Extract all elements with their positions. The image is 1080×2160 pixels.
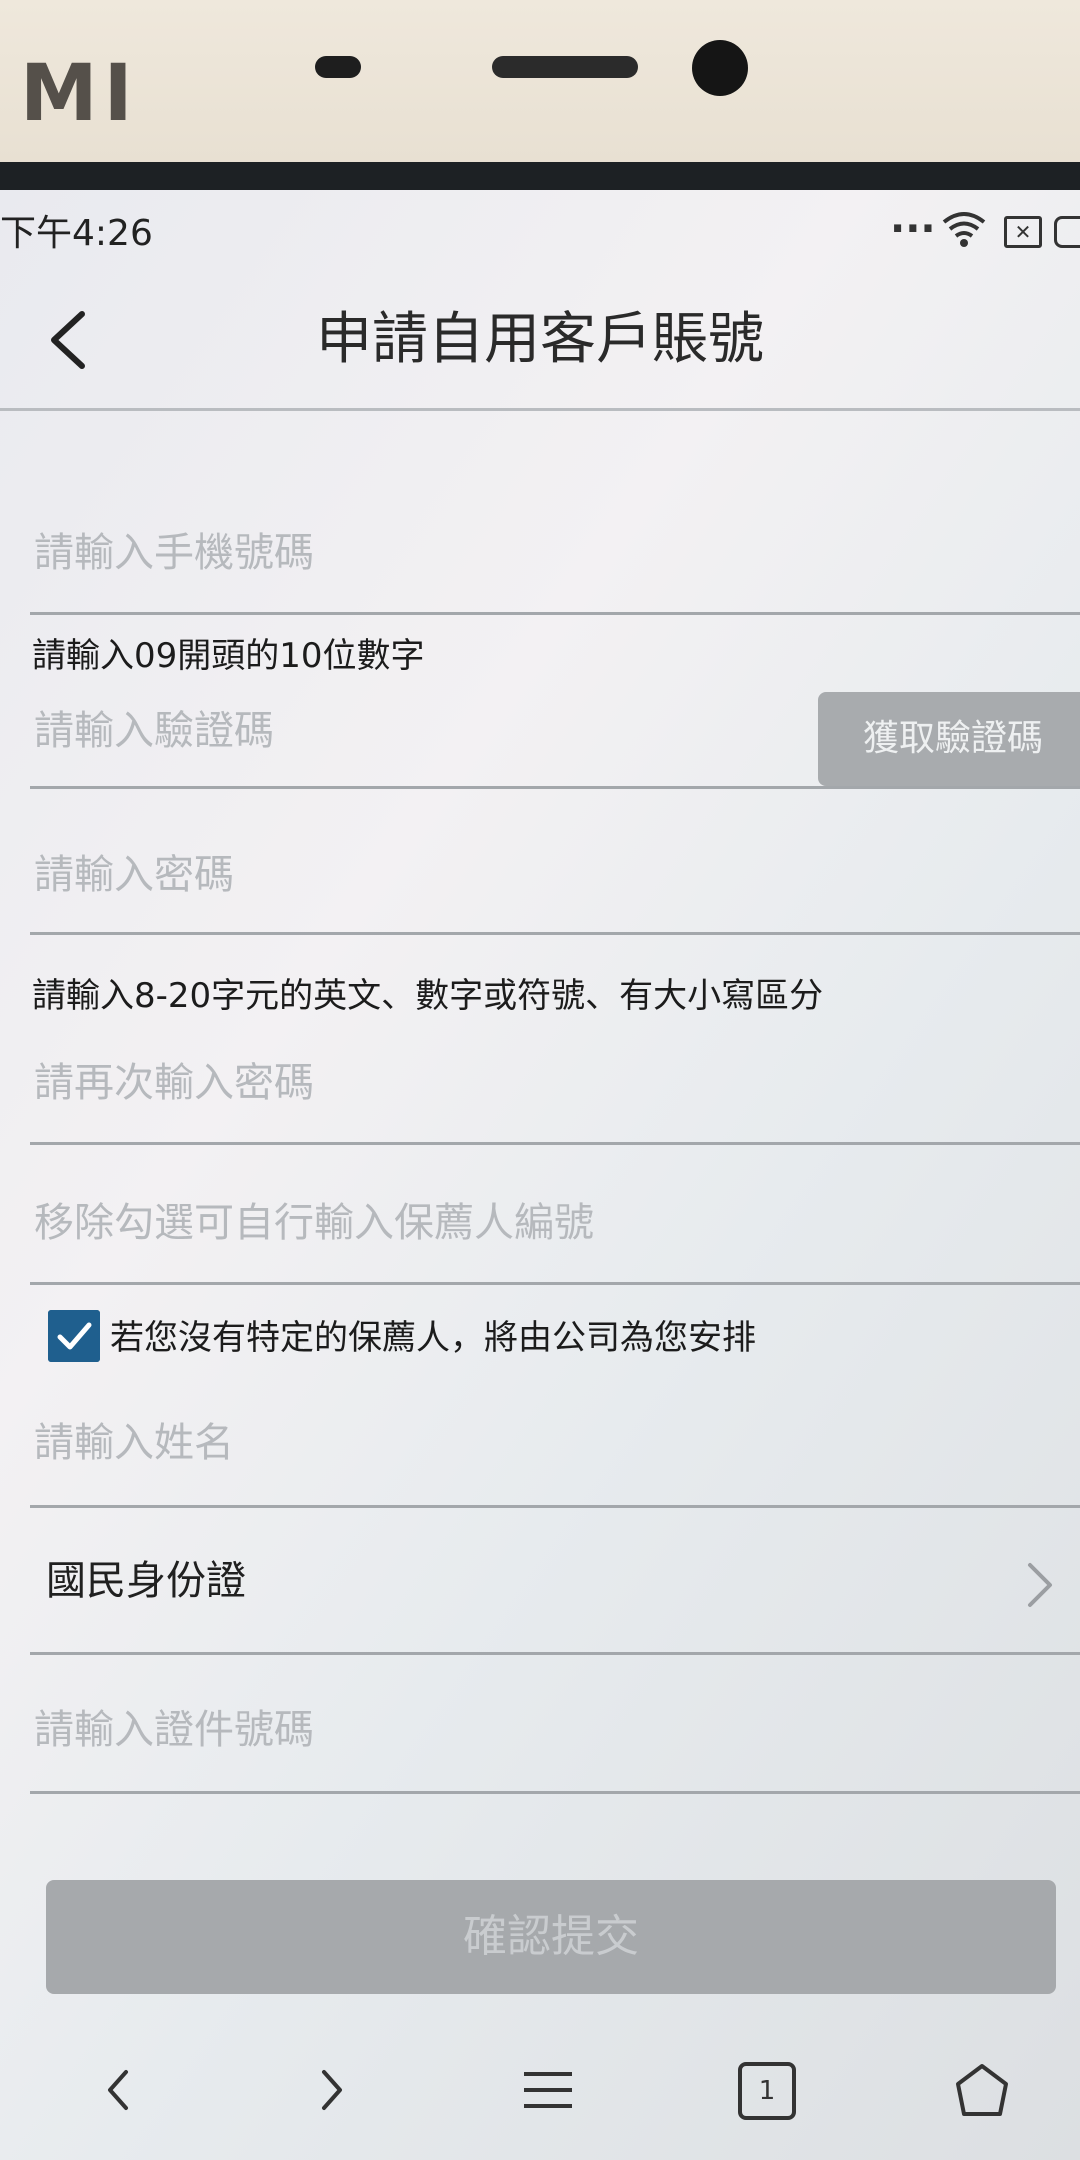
phone-bezel: MI	[0, 0, 1080, 165]
referrer-checkbox[interactable]	[48, 1310, 100, 1362]
home-icon[interactable]	[952, 2060, 1012, 2120]
get-verification-code-button[interactable]: 獲取驗證碼	[818, 692, 1080, 786]
menu-icon[interactable]	[520, 2060, 576, 2120]
app-header: 申請自用客戶賬號	[0, 270, 1080, 410]
id-number-field[interactable]: 請輸入證件號碼	[30, 1675, 1080, 1805]
id-type-underline	[30, 1652, 1080, 1655]
earpiece-speaker	[492, 56, 638, 78]
no-sim-icon: ✕	[1004, 216, 1042, 248]
confirm-password-underline	[30, 1142, 1080, 1145]
screen-edge	[0, 162, 1080, 192]
password-underline	[30, 932, 1080, 935]
submit-button[interactable]: 確認提交	[46, 1880, 1056, 1994]
password-hint: 請輸入8-20字元的英文、數字或符號、有大小寫區分	[32, 976, 824, 1016]
forward-nav-icon[interactable]	[312, 2060, 352, 2120]
id-number-placeholder[interactable]: 請輸入證件號碼	[34, 1697, 314, 1755]
more-notifications-icon: ...	[890, 196, 936, 242]
back-nav-icon[interactable]	[98, 2060, 138, 2120]
referrer-checkbox-label[interactable]: 若您沒有特定的保薦人，將由公司為您安排	[110, 1310, 756, 1359]
verification-code-underline	[30, 786, 1080, 789]
phone-field[interactable]: 請輸入手機號碼	[30, 470, 1080, 620]
referrer-underline	[30, 1282, 1080, 1285]
app-screen: 下午4:26 ... ✕ 申請自用客戶賬號 請輸入手機號碼 請輸入09開頭的10…	[0, 190, 1080, 2160]
page-title: 申請自用客戶賬號	[316, 307, 764, 372]
verification-code-placeholder[interactable]: 請輸入驗證碼	[34, 698, 274, 756]
brand-logo: MI	[20, 49, 139, 139]
phone-hint: 請輸入09開頭的10位數字	[32, 636, 425, 676]
wifi-icon	[942, 212, 986, 247]
confirm-password-placeholder[interactable]: 請再次輸入密碼	[34, 1050, 314, 1108]
phone-input-placeholder[interactable]: 請輸入手機號碼	[34, 520, 314, 578]
name-placeholder[interactable]: 請輸入姓名	[34, 1410, 234, 1468]
status-bar: 下午4:26 ... ✕	[0, 190, 1080, 260]
referrer-field[interactable]: 移除勾選可自行輸入保薦人編號	[30, 1170, 1080, 1290]
chevron-right-icon[interactable]	[1020, 1555, 1060, 1615]
status-time: 下午4:26	[0, 213, 153, 254]
id-type-value[interactable]: 國民身份證	[46, 1548, 246, 1606]
id-number-underline	[30, 1791, 1080, 1794]
tabs-icon[interactable]: 1	[738, 2062, 796, 2120]
front-camera	[692, 40, 748, 96]
name-field[interactable]: 請輸入姓名	[30, 1390, 1080, 1510]
bottom-navbar: 1	[0, 2040, 1080, 2160]
proximity-sensor	[315, 56, 361, 78]
confirm-password-field[interactable]: 請再次輸入密碼	[30, 1030, 1080, 1150]
password-field[interactable]: 請輸入密碼	[30, 830, 1080, 940]
header-divider	[0, 408, 1080, 411]
name-underline	[30, 1505, 1080, 1508]
phone-field-underline	[30, 612, 1080, 615]
battery-icon	[1054, 216, 1080, 248]
referrer-placeholder[interactable]: 移除勾選可自行輸入保薦人編號	[34, 1190, 594, 1248]
password-placeholder[interactable]: 請輸入密碼	[34, 842, 234, 900]
